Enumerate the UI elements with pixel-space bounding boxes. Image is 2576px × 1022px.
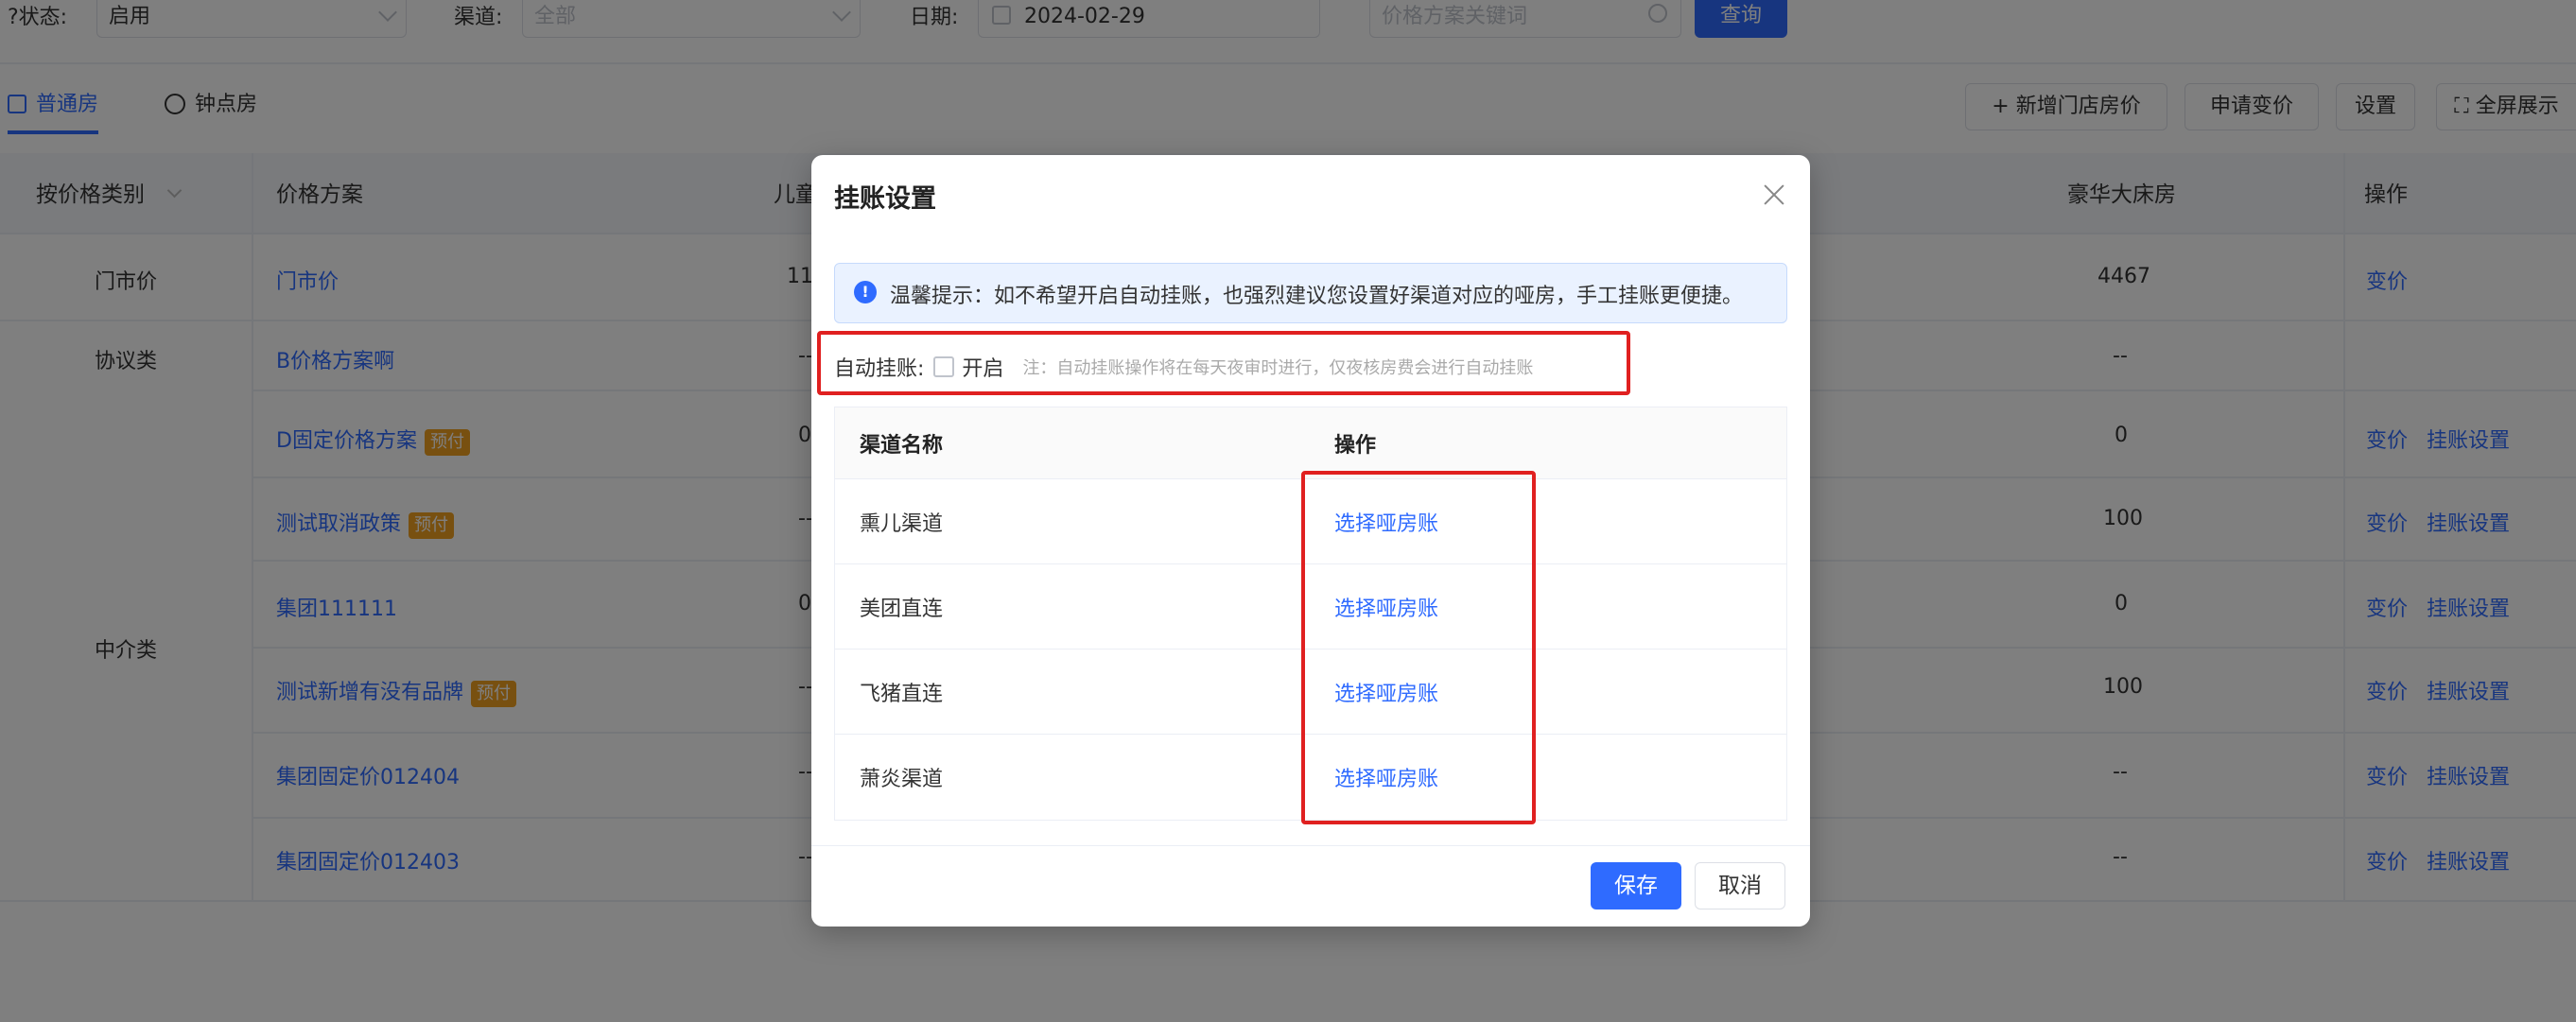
- info-icon: !: [854, 281, 877, 303]
- save-button[interactable]: 保存: [1591, 862, 1681, 909]
- header-channel-name: 渠道名称: [860, 433, 944, 458]
- highlight-box: [1301, 471, 1536, 824]
- close-icon[interactable]: [1761, 182, 1787, 208]
- auto-credit-checkbox-label[interactable]: 开启: [962, 352, 1003, 382]
- cancel-button[interactable]: 取消: [1695, 862, 1785, 909]
- auto-credit-label: 自动挂账:: [834, 357, 925, 381]
- channel-table-header: 渠道名称 操作: [835, 407, 1786, 479]
- channel-name: 萧炎渠道: [860, 768, 944, 791]
- dialog-title: 挂账设置: [834, 184, 936, 214]
- tip-alert: ! 温馨提示：如不希望开启自动挂账，也强烈建议您设置好渠道对应的哑房，手工挂账更…: [834, 263, 1787, 323]
- channel-name: 飞猪直连: [860, 682, 944, 706]
- channel-name: 美团直连: [860, 597, 944, 621]
- auto-credit-checkbox[interactable]: [933, 356, 955, 377]
- auto-credit-row: 自动挂账: 开启 注：自动挂账操作将在每天夜审时进行，仅夜核房费会进行自动挂账: [834, 350, 1533, 384]
- tip-text: 温馨提示：如不希望开启自动挂账，也强烈建议您设置好渠道对应的哑房，手工挂账更便捷…: [890, 285, 1744, 308]
- channel-name: 熏儿渠道: [860, 511, 944, 536]
- auto-credit-note: 注：自动挂账操作将在每天夜审时进行，仅夜核房费会进行自动挂账: [1022, 358, 1534, 378]
- dialog-footer-divider: [811, 845, 1810, 846]
- credit-settings-dialog: 挂账设置 ! 温馨提示：如不希望开启自动挂账，也强烈建议您设置好渠道对应的哑房，…: [811, 155, 1810, 927]
- header-operation: 操作: [1334, 433, 1377, 458]
